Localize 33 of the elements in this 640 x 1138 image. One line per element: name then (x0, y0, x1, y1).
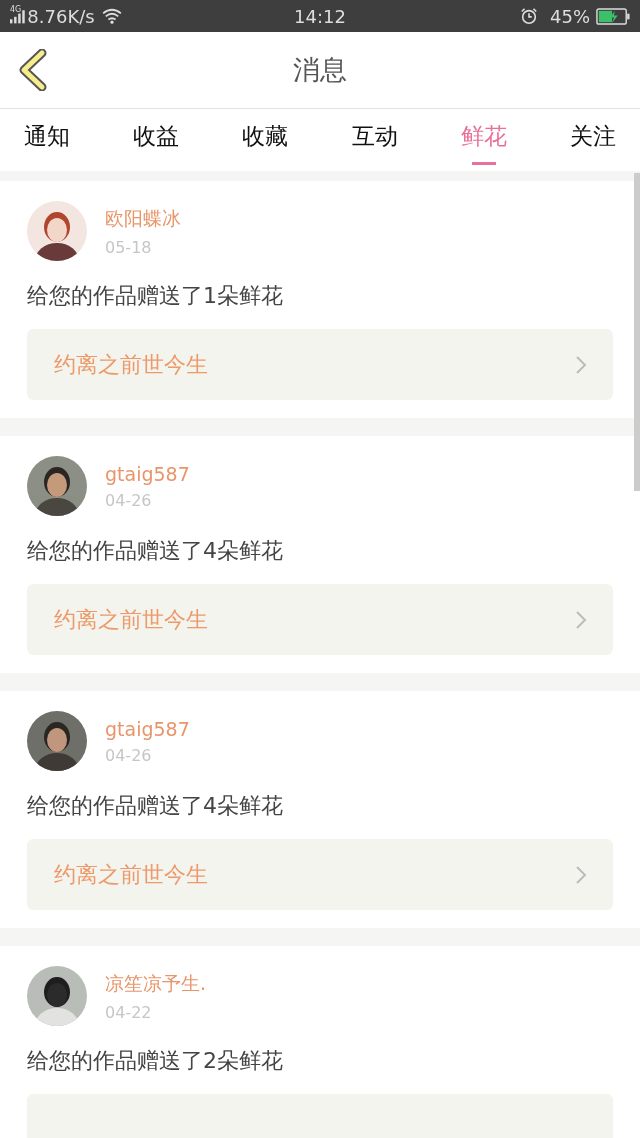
sender-name[interactable]: gtaig587 (105, 717, 190, 740)
chevron-icon (575, 354, 587, 375)
message-date: 05-18 (105, 237, 153, 257)
message-date: 04-26 (105, 490, 153, 510)
message-text: 给您的作品赠送了2朵鲜花 (27, 1047, 284, 1075)
tab[interactable]: 关注 (569, 115, 616, 165)
alarm-icon (520, 7, 538, 25)
page-title: 消息 (293, 53, 347, 87)
clock-time: 14:12 (293, 5, 347, 27)
message-date: 04-22 (105, 1002, 153, 1022)
chevron-icon (575, 864, 587, 885)
tab[interactable]: 鲜花 (460, 115, 507, 165)
book-link[interactable]: 约离之前世今生 (27, 839, 613, 910)
message-date: 04-26 (105, 745, 153, 765)
message-text: 给您的作品赠送了4朵鲜花 (27, 537, 284, 565)
sender-name[interactable]: 欧阳蝶冰 (105, 205, 181, 232)
tab[interactable]: 互动 (351, 115, 398, 165)
sender-name[interactable]: 凉笙凉予生. (105, 970, 207, 997)
book-link[interactable]: 约离之前世今生 (27, 329, 613, 400)
tab[interactable]: 收藏 (242, 115, 289, 165)
battery-percent: 45% (550, 5, 590, 27)
tab[interactable]: 收益 (133, 115, 180, 165)
message-text: 给您的作品赠送了1朵鲜花 (27, 282, 284, 310)
book-link[interactable]: 约离之前世今生 (27, 584, 613, 655)
message-text: 给您的作品赠送了4朵鲜花 (27, 792, 284, 820)
network-type: 4G (10, 4, 22, 14)
network-speed: 8.76K/s (27, 5, 95, 27)
tab[interactable]: 通知 (24, 115, 70, 165)
battery-icon (596, 7, 630, 25)
chevron-icon (575, 609, 587, 630)
wifi-icon (100, 8, 123, 24)
back-icon[interactable] (18, 49, 48, 91)
sender-name[interactable]: gtaig587 (105, 462, 190, 485)
